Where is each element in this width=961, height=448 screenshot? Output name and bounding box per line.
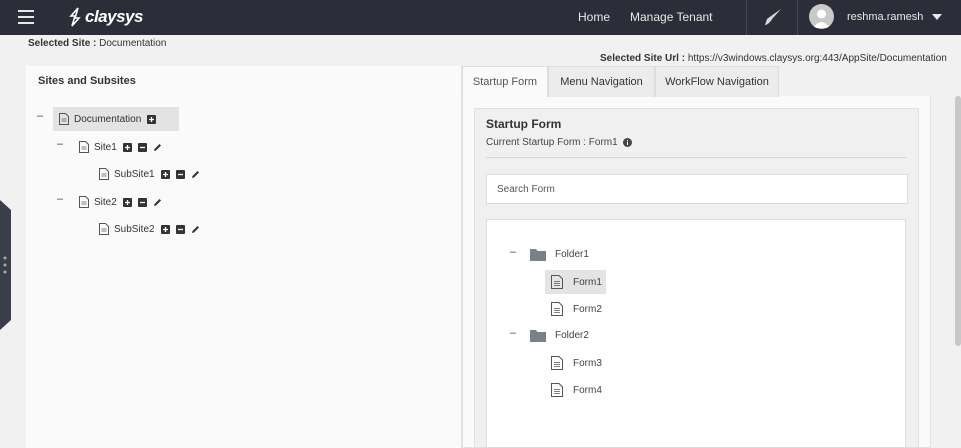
username-label[interactable]: reshma.ramesh (847, 11, 923, 23)
document-icon (551, 275, 563, 289)
edit-pencil-icon[interactable] (191, 225, 200, 234)
info-icon[interactable] (622, 138, 632, 147)
selected-site-url-value: https://v3windows.claysys.org:443/AppSit… (687, 53, 947, 64)
tree-node-label: Form2 (573, 303, 602, 315)
tree-node-label: SubSite2 (114, 223, 155, 235)
selected-site-url-label: Selected Site Url : (600, 53, 686, 64)
tree-node-subsite1[interactable]: SubSite1 (99, 165, 206, 183)
add-icon[interactable] (122, 142, 132, 152)
document-icon (99, 223, 109, 235)
tab-menu-navigation[interactable]: Menu Navigation (548, 66, 655, 97)
edit-pencil-icon[interactable] (191, 170, 200, 179)
remove-icon[interactable] (175, 169, 185, 179)
side-drawer-handle[interactable] (0, 200, 11, 330)
tree-node-folder1[interactable]: Folder1 (530, 248, 589, 261)
nav-manage-tenant-link[interactable]: Manage Tenant (630, 10, 713, 24)
tab-startup-form[interactable]: Startup Form (462, 66, 548, 97)
add-icon[interactable] (122, 197, 132, 207)
section-divider (486, 157, 907, 158)
remove-icon[interactable] (137, 142, 147, 152)
selected-site-label: Selected Site : (28, 38, 97, 49)
logo-text: claysys (85, 7, 143, 26)
tree-node-form4[interactable]: Form4 (551, 383, 602, 397)
document-icon (79, 141, 89, 153)
remove-icon[interactable] (175, 224, 185, 234)
edit-pencil-icon[interactable] (153, 198, 162, 207)
edit-pencil-icon[interactable] (153, 143, 162, 152)
search-form-input[interactable] (486, 174, 908, 204)
tree-node-label: SubSite1 (114, 168, 155, 180)
remove-icon[interactable] (137, 197, 147, 207)
add-icon[interactable] (160, 169, 170, 179)
document-icon (99, 168, 109, 180)
collapse-site1-toggle[interactable]: – (57, 138, 63, 150)
selected-site-value: Documentation (99, 38, 167, 49)
logo-mark-icon (69, 7, 81, 27)
folder-icon (530, 249, 546, 261)
tree-node-site2[interactable]: Site2 (79, 193, 168, 211)
document-icon (551, 302, 563, 316)
paint-brush-icon[interactable] (763, 7, 783, 27)
hamburger-menu-icon[interactable] (18, 10, 34, 24)
tree-node-form3[interactable]: Form3 (551, 356, 602, 370)
tree-node-documentation[interactable]: Documentation (53, 107, 179, 131)
collapse-folder2-toggle[interactable]: – (510, 327, 516, 339)
current-startup-form: Current Startup Form : Form1 (486, 137, 632, 148)
page-scrollbar[interactable] (955, 96, 961, 346)
tree-node-label: Site1 (94, 141, 117, 153)
collapse-site2-toggle[interactable]: – (57, 193, 63, 205)
chevron-down-icon[interactable] (932, 14, 942, 20)
document-icon (79, 196, 89, 208)
tree-node-form1[interactable]: Form1 (545, 270, 606, 294)
claysys-logo[interactable]: claysys (68, 6, 143, 28)
tree-node-label: Folder2 (555, 330, 589, 341)
startup-form-title: Startup Form (486, 117, 562, 131)
tree-node-label: Form1 (573, 276, 602, 288)
folder-icon (530, 330, 546, 342)
tree-node-form2[interactable]: Form2 (551, 302, 602, 316)
collapse-root-toggle[interactable]: – (37, 110, 43, 122)
tree-node-label: Form3 (573, 357, 602, 369)
tree-node-subsite2[interactable]: SubSite2 (99, 220, 206, 238)
add-icon[interactable] (147, 114, 157, 124)
add-icon[interactable] (160, 224, 170, 234)
top-bar: claysys Home Manage Tenant reshma.ramesh (0, 0, 961, 35)
selected-site-url-info: Selected Site Url : https://v3windows.cl… (600, 53, 947, 64)
user-avatar-icon[interactable] (809, 4, 834, 29)
header-divider (746, 0, 747, 35)
selected-site-info: Selected Site : Documentation (28, 38, 166, 49)
header-divider (797, 0, 798, 35)
tree-node-folder2[interactable]: Folder2 (530, 329, 589, 342)
tree-node-label: Documentation (74, 113, 142, 125)
tab-workflow-navigation[interactable]: WorkFlow Navigation (655, 66, 779, 97)
sites-panel-title: Sites and Subsites (38, 75, 136, 87)
document-icon (551, 383, 563, 397)
tree-node-label: Folder1 (555, 249, 589, 260)
document-icon (551, 356, 563, 370)
tree-node-label: Form4 (573, 384, 602, 396)
collapse-folder1-toggle[interactable]: – (510, 246, 516, 258)
tree-node-label: Site2 (94, 196, 117, 208)
nav-home-link[interactable]: Home (578, 10, 610, 24)
tree-node-site1[interactable]: Site1 (79, 138, 168, 156)
current-startup-form-label: Current Startup Form : Form1 (486, 137, 618, 148)
document-icon (59, 113, 69, 125)
